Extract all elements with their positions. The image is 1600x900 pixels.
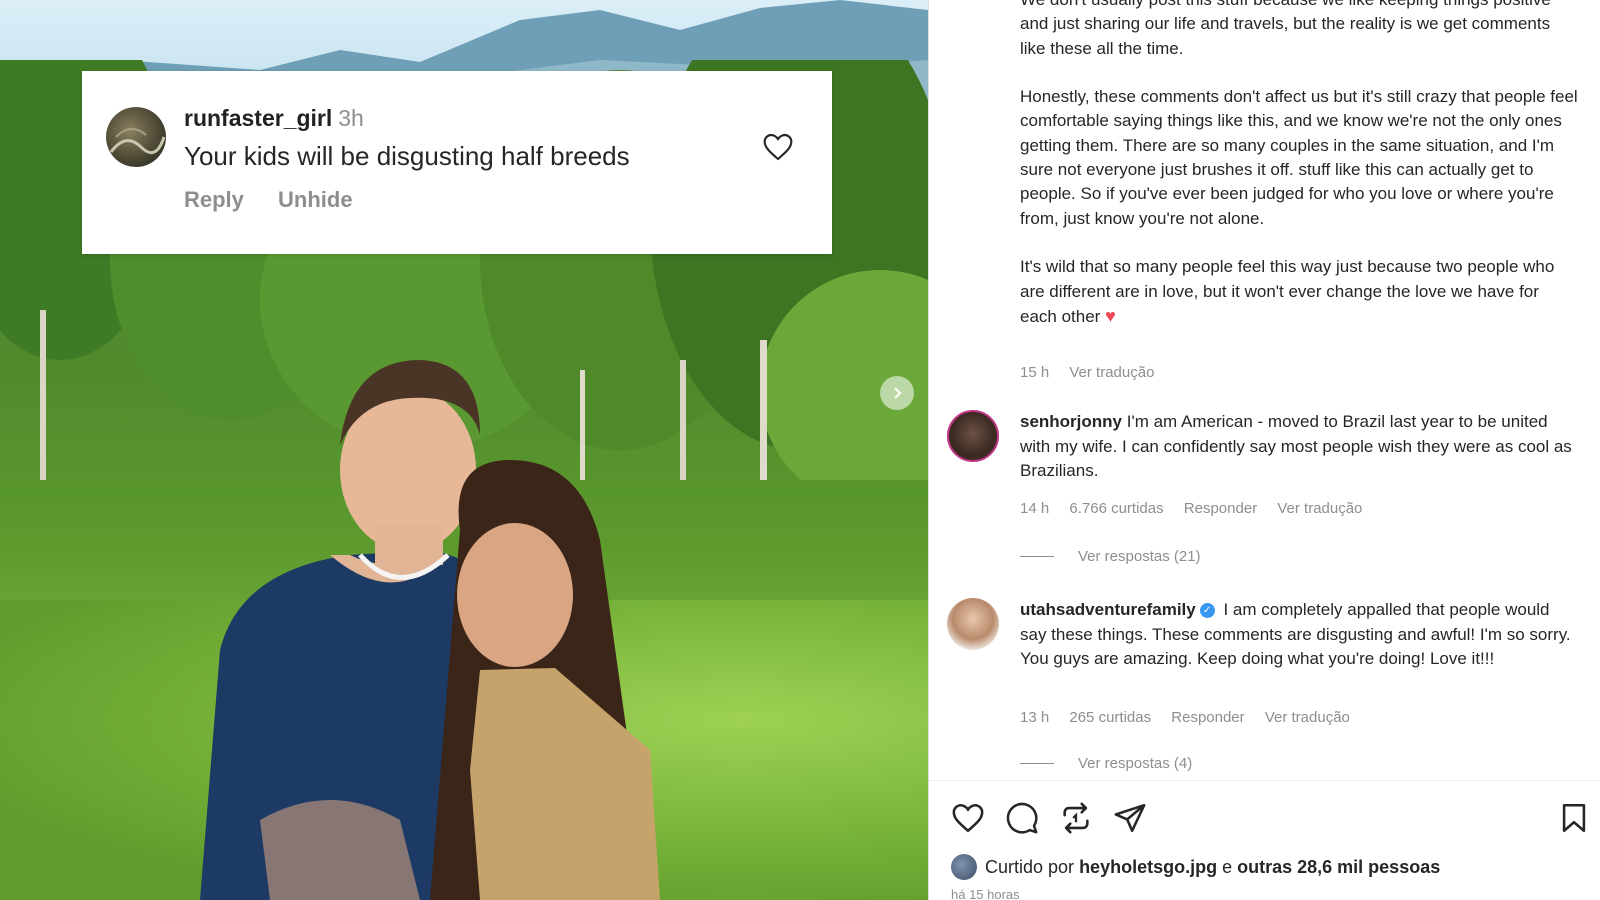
post-timestamp: há 15 horas <box>951 887 1020 900</box>
comment-text: Your kids will be disgusting half breeds <box>184 141 630 171</box>
next-image-button[interactable] <box>880 376 914 410</box>
caption-meta: 15 h Ver tradução <box>1020 364 1170 381</box>
liked-by-summary[interactable]: Curtido por heyholetsgo.jpg e outras 28,… <box>951 854 1440 880</box>
photo-couple <box>200 360 660 900</box>
comment-username[interactable]: utahsadventurefamily <box>1020 600 1196 619</box>
comment-bubble-icon[interactable] <box>1005 801 1039 835</box>
caption-paragraph-text: It's wild that so many people feel this … <box>1020 257 1555 326</box>
view-replies-button[interactable]: Ver respostas (4) <box>1020 755 1192 772</box>
reply-button[interactable]: Reply <box>184 187 244 212</box>
caption-paragraph: We don't usually post this stuff because… <box>1020 0 1551 58</box>
screenshot-comment-card: runfaster_girl 3h Your kids will be disgu… <box>82 71 832 254</box>
avatar[interactable] <box>947 410 999 462</box>
caption-paragraph: It's wild that so many people feel this … <box>1020 255 1580 329</box>
reply-button[interactable]: Responder <box>1171 709 1244 726</box>
translate-link[interactable]: Ver tradução <box>1265 709 1350 726</box>
comment-likes[interactable]: 6.766 curtidas <box>1069 500 1163 517</box>
comment-likes[interactable]: 265 curtidas <box>1069 709 1151 726</box>
unhide-button[interactable]: Unhide <box>278 187 353 212</box>
like-heart-icon[interactable] <box>951 801 985 835</box>
post-photo: runfaster_girl 3h Your kids will be disgu… <box>0 0 928 900</box>
comment-body: senhorjonny I'm am American - moved to B… <box>1020 410 1580 484</box>
view-replies-button[interactable]: Ver respostas (21) <box>1020 548 1201 565</box>
share-send-icon[interactable] <box>1113 801 1147 835</box>
caption-time: 15 h <box>1020 364 1050 381</box>
post-caption: We don't usually post this stuff because… <box>1020 0 1580 353</box>
avatar <box>106 107 166 167</box>
verified-badge-icon: ✓ <box>1199 603 1215 619</box>
avatar <box>951 854 977 880</box>
avatar[interactable] <box>947 598 999 650</box>
comment-meta: 13 h 265 curtidas Responder Ver tradução <box>1020 709 1366 726</box>
translate-link[interactable]: Ver tradução <box>1069 364 1154 381</box>
liked-by-others[interactable]: outras 28,6 mil pessoas <box>1237 857 1440 878</box>
view-replies-label: Ver respostas (21) <box>1078 548 1201 565</box>
liked-by-user[interactable]: heyholetsgo.jpg <box>1079 857 1217 878</box>
replies-divider <box>1020 763 1054 764</box>
bookmark-icon[interactable] <box>1557 801 1591 835</box>
liked-by-prefix: Curtido por <box>985 856 1075 877</box>
comment-time: 14 h <box>1020 500 1050 517</box>
comment-username-text: runfaster_girl <box>184 105 333 131</box>
view-replies-label: Ver respostas (4) <box>1078 755 1193 772</box>
liked-by-joiner: e <box>1222 856 1233 877</box>
translate-link[interactable]: Ver tradução <box>1277 500 1362 517</box>
heart-icon[interactable] <box>762 131 794 163</box>
chevron-right-icon <box>894 387 902 399</box>
comment-username[interactable]: senhorjonny <box>1020 412 1122 431</box>
comment-body: utahsadventurefamily ✓ I am completely ap… <box>1020 598 1580 672</box>
comment-actions: Reply Unhide <box>184 187 381 213</box>
comments-panel: We don't usually post this stuff because… <box>928 0 1600 900</box>
caption-paragraph: Honestly, these comments don't affect us… <box>1020 87 1578 228</box>
comment-username: runfaster_girl 3h <box>184 105 364 132</box>
repost-icon[interactable] <box>1059 801 1093 835</box>
comment-time: 3h <box>338 105 364 131</box>
heart-emoji-icon: ♥ <box>1105 305 1116 326</box>
instagram-post-view: runfaster_girl 3h Your kids will be disgu… <box>0 0 1600 900</box>
replies-divider <box>1020 556 1054 557</box>
reply-button[interactable]: Responder <box>1184 500 1257 517</box>
post-actions-bar: Curtido por heyholetsgo.jpg e outras 28,… <box>929 780 1600 900</box>
comment-time: 13 h <box>1020 709 1050 726</box>
comment-meta: 14 h 6.766 curtidas Responder Ver traduç… <box>1020 500 1378 517</box>
avatar-image <box>109 128 166 155</box>
